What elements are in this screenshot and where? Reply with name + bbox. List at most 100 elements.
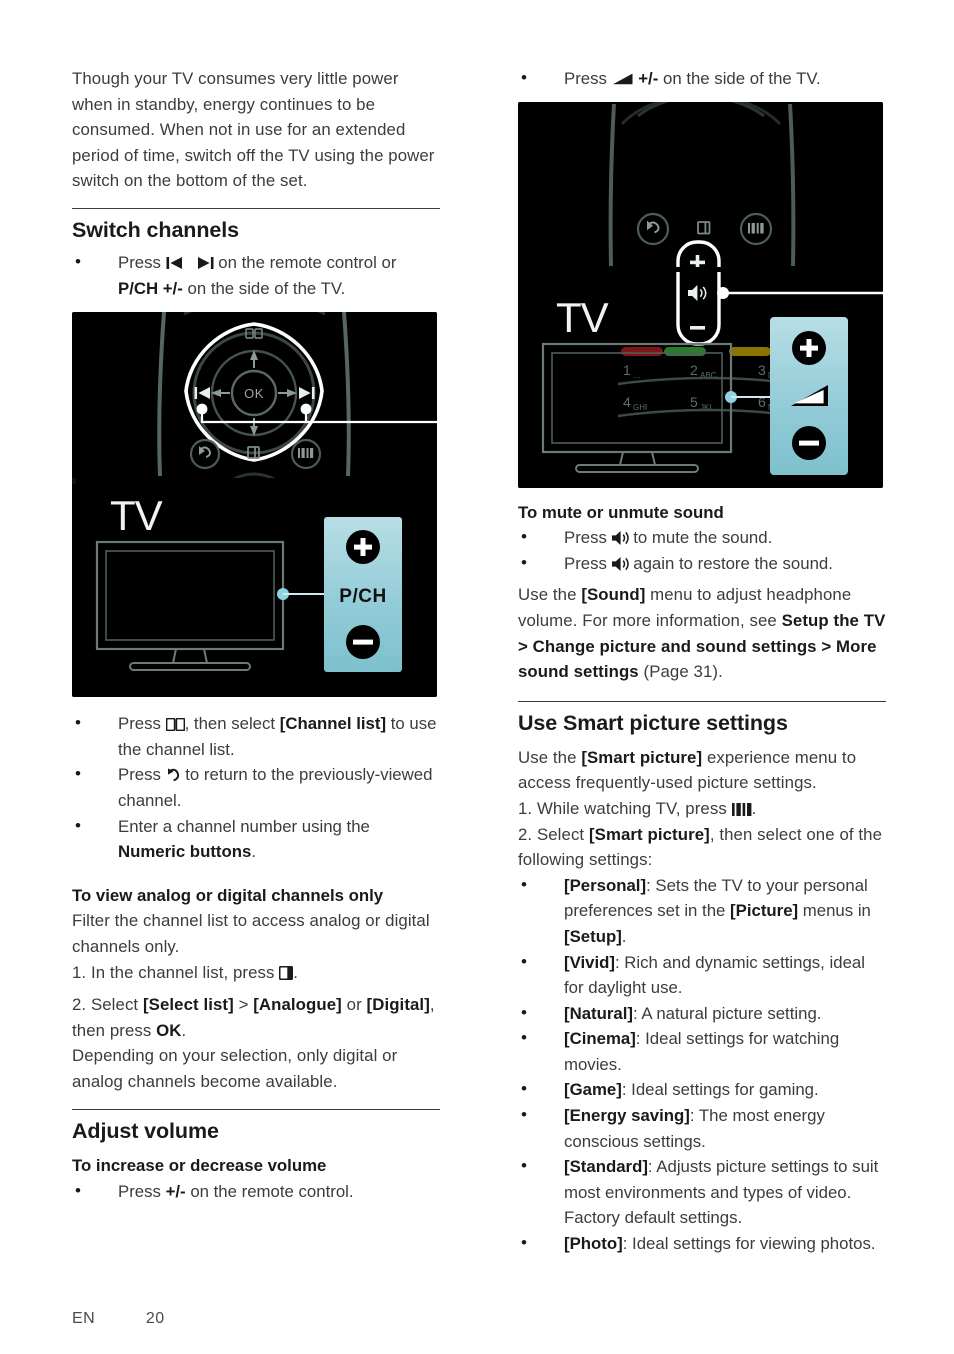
intro-bold: [Smart picture]: [581, 747, 703, 767]
list-item: [Cinema]: Ideal settings for watching mo…: [518, 1025, 886, 1077]
subheading-increase-decrease: To increase or decrease volume: [72, 1156, 327, 1176]
list-item: [Photo]: Ideal settings for viewing phot…: [518, 1230, 886, 1257]
option-label-tertiary: [Setup]: [564, 926, 622, 946]
svg-text:GHI: GHI: [633, 403, 647, 412]
option-label: [Standard]: [564, 1157, 648, 1177]
bullet-bold: +/-: [165, 1182, 186, 1202]
footer-page-number: 20: [145, 1310, 165, 1327]
list-item: [Vivid]: Rich and dynamic settings, idea…: [518, 948, 886, 1001]
step2-pre: 2. Select: [72, 995, 139, 1015]
right-column: Press +/- on the side of the TV.: [518, 65, 886, 1257]
svg-text:TV: TV: [556, 294, 609, 341]
option-label: [Natural]: [564, 1003, 633, 1023]
experience-menu-icon: [731, 802, 752, 816]
option-label-secondary: [Picture]: [730, 901, 799, 921]
bullet-post: on the side of the TV.: [662, 69, 821, 88]
svg-text:2: 2: [690, 362, 698, 378]
list-item: Press to mute the sound.: [518, 524, 886, 551]
bullet-post: .: [251, 842, 256, 862]
mute-icon: [611, 556, 629, 571]
bullet-pre: Press: [564, 528, 607, 548]
heading-smart-picture: Use Smart picture settings: [518, 710, 788, 735]
analog-digital-line1: Filter the channel list to access analog…: [72, 911, 430, 956]
channel-list-bullets: Press , then select [Channel list] to us…: [72, 710, 440, 865]
list-item: Press to return to the previously-viewed…: [72, 761, 440, 813]
manual-page: Though your TV consumes very little powe…: [0, 0, 954, 1354]
list-item: Press +/- on the side of the TV.: [518, 65, 886, 92]
volume-icon: [612, 72, 634, 86]
step2-bold1: [Select list]: [142, 995, 234, 1015]
list-item: [Standard]: Adjusts picture settings to …: [518, 1153, 886, 1231]
svg-text:5: 5: [690, 394, 698, 410]
adjust-volume-bullets: Press +/- on the remote control.: [72, 1178, 440, 1205]
side-volume-bullet: Press +/- on the side of the TV.: [518, 65, 886, 92]
list-item: Press +/- on the remote control.: [72, 1178, 440, 1205]
next-channel-icon: [197, 256, 214, 270]
sound-end: (Page 31).: [643, 662, 723, 682]
bullet-text-post1: on the remote control or: [218, 252, 397, 272]
intro-paragraph: Though your TV consumes very little powe…: [72, 69, 435, 191]
figure-switch-channels: OK TV P/CH: [72, 312, 437, 698]
svg-text:P/CH: P/CH: [339, 586, 386, 607]
bullet-bold: Numeric buttons: [118, 842, 252, 862]
list-item: Enter a channel number using the Numeric…: [72, 813, 440, 865]
list-item: Press again to restore the sound.: [518, 550, 886, 577]
smart-picture-step2: 2. Select [Smart picture], then select o…: [518, 822, 886, 873]
step1-pre: 1. While watching TV, press: [518, 798, 727, 818]
step2-bold4: OK: [156, 1020, 182, 1040]
option-description: : A natural picture setting.: [633, 1003, 822, 1023]
mute-bullets: Press to mute the sound. Press again to …: [518, 524, 886, 577]
list-item: [Energy saving]: The most energy conscio…: [518, 1102, 886, 1154]
heading-adjust-volume: Adjust volume: [72, 1119, 219, 1144]
heading-switch-channels: Switch channels: [72, 217, 239, 242]
list-item: [Game]: Ideal settings for gaming.: [518, 1076, 886, 1103]
bullet-text-pre: Press: [118, 252, 161, 272]
heading-mute: To mute or unmute sound: [518, 502, 724, 522]
step2-bold: [Smart picture]: [588, 824, 710, 844]
option-label: [Game]: [564, 1080, 622, 1100]
bullet-text-bold: P/CH +/-: [118, 278, 183, 298]
bullet-bold: +/-: [638, 69, 659, 88]
analog-digital-step1: 1. In the channel list, press .: [72, 960, 440, 986]
step2-bold2: [Analogue]: [253, 995, 342, 1015]
svg-text:4: 4: [623, 394, 631, 410]
previous-channel-icon: [166, 256, 183, 270]
bullet-mid: , then select: [184, 714, 276, 734]
option-label: [Cinema]: [564, 1029, 636, 1049]
footer-language: EN: [72, 1310, 96, 1327]
step1-post: .: [751, 798, 757, 818]
svg-text:3: 3: [758, 362, 766, 378]
list-item: Press , then select [Channel list] to us…: [72, 710, 440, 762]
option-label: [Vivid]: [564, 952, 615, 972]
book-icon: [165, 718, 185, 732]
bullet-pre: Press: [564, 553, 607, 573]
figure-adjust-volume: 1… 2ABC 3DEF 4GHI 5JKL 6MNO TV: [518, 101, 883, 488]
list-item: Press on the remote control or P/CH +/- …: [72, 249, 440, 301]
step1-text: 1. In the channel list, press: [72, 962, 275, 982]
svg-text:…: …: [633, 371, 641, 380]
sound-pre: Use the: [518, 585, 577, 605]
option-description-tertiary: .: [621, 926, 627, 946]
smart-picture-intro: Use the [Smart picture] experience menu …: [518, 745, 886, 796]
list-item: [Natural]: A natural picture setting.: [518, 1000, 886, 1027]
back-icon: [166, 767, 181, 782]
option-label: [Personal]: [564, 875, 647, 895]
option-description: : Ideal settings for viewing photos.: [622, 1234, 876, 1254]
bullet-post: to mute the sound.: [633, 528, 773, 548]
svg-text:OK: OK: [244, 386, 264, 401]
analog-digital-line3: Depending on your selection, only digita…: [72, 1046, 398, 1091]
option-label: [Energy saving]: [564, 1106, 690, 1126]
step2-mid: or: [346, 995, 362, 1015]
smart-picture-options: [Personal]: Sets the TV to your personal…: [518, 872, 886, 1257]
step2-pre: 2. Select: [518, 824, 585, 844]
heading-analog-digital: To view analog or digital channels only: [72, 885, 384, 905]
option-label: [Photo]: [564, 1234, 623, 1254]
bullet-post: on the remote control.: [190, 1182, 354, 1202]
options-icon: [279, 965, 294, 980]
step2-sep: >: [238, 995, 249, 1015]
bullet-pre: Press: [118, 714, 161, 734]
bullet-pre: Press: [564, 69, 607, 88]
mute-icon: [611, 531, 629, 546]
bullet-post: again to restore the sound.: [633, 553, 833, 573]
step1-period: .: [293, 962, 299, 982]
